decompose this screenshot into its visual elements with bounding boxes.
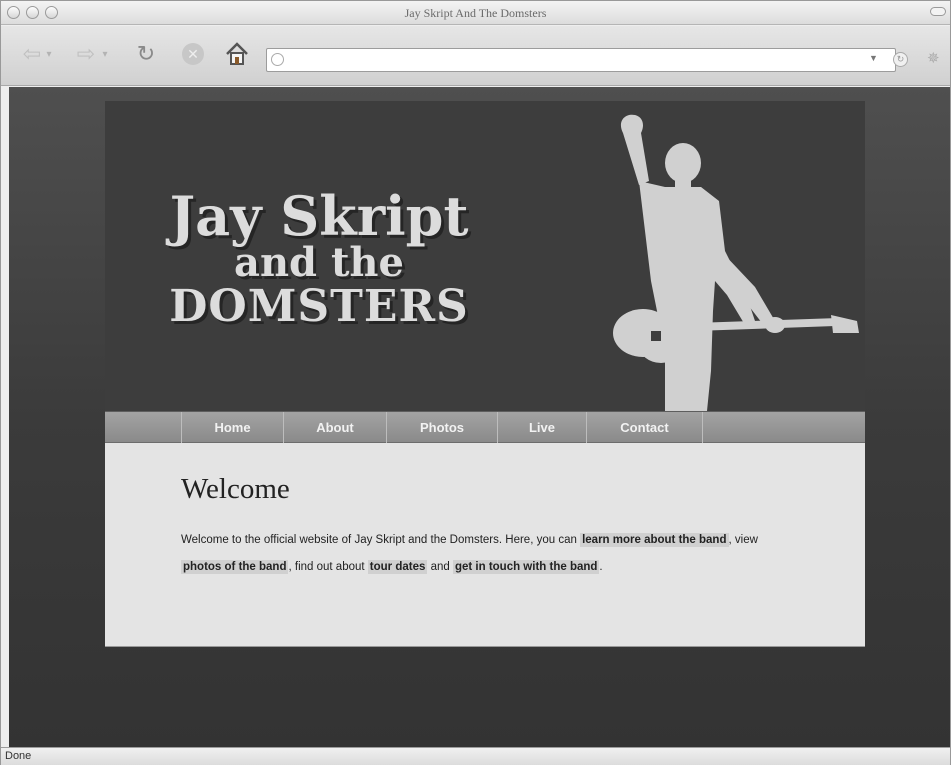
page-viewport: Jay Skript and the DOMSTERS Home About P… bbox=[9, 87, 950, 747]
about-link[interactable]: learn more about the band bbox=[580, 533, 729, 547]
stop-button[interactable]: ✕ bbox=[178, 36, 208, 72]
back-arrow-icon: ⇦ bbox=[22, 41, 42, 66]
tour-dates-link[interactable]: tour dates bbox=[367, 560, 428, 574]
go-button[interactable]: ↻ bbox=[893, 52, 908, 67]
photos-link[interactable]: photos of the band bbox=[181, 560, 289, 574]
site-header: Jay Skript and the DOMSTERS bbox=[105, 101, 865, 411]
welcome-paragraph: Welcome to the official website of Jay S… bbox=[181, 527, 791, 581]
status-bar: Done bbox=[1, 747, 950, 765]
toolbar-toggle-button[interactable] bbox=[930, 7, 946, 16]
address-history-dropdown[interactable]: ▼ bbox=[869, 53, 878, 63]
home-icon bbox=[226, 42, 248, 65]
back-history-dropdown[interactable]: ▾ bbox=[42, 36, 56, 72]
welcome-text-3: , find out about bbox=[288, 561, 368, 573]
logo-line-3: DOMSTERS bbox=[169, 281, 469, 332]
browser-window: Jay Skript And The Domsters ⇦ ▾ ⇨ ▾ ↻ ✕ … bbox=[0, 0, 951, 765]
nav-contact[interactable]: Contact bbox=[587, 412, 703, 443]
reload-button[interactable]: ↻ bbox=[131, 36, 161, 72]
chevron-down-icon: ▾ bbox=[46, 48, 52, 60]
contact-link[interactable]: get in touch with the band bbox=[452, 560, 600, 574]
welcome-text-4: and bbox=[427, 561, 453, 573]
go-icon: ↻ bbox=[896, 54, 905, 64]
loading-spinner-icon: ✵ bbox=[927, 50, 940, 67]
forward-arrow-icon: ⇨ bbox=[76, 41, 96, 66]
nav-home[interactable]: Home bbox=[182, 412, 284, 443]
welcome-text-2: , view bbox=[728, 534, 758, 546]
forward-button[interactable]: ⇨ bbox=[71, 36, 101, 72]
title-bar: Jay Skript And The Domsters bbox=[1, 1, 950, 25]
page-title: Welcome bbox=[181, 473, 290, 505]
nav-live[interactable]: Live bbox=[498, 412, 587, 443]
band-website: Jay Skript and the DOMSTERS Home About P… bbox=[105, 101, 865, 647]
welcome-text-1: Welcome to the official website of Jay S… bbox=[181, 534, 581, 546]
band-logo[interactable]: Jay Skript and the DOMSTERS bbox=[149, 189, 489, 329]
stop-icon: ✕ bbox=[182, 43, 204, 65]
welcome-text-5: . bbox=[599, 561, 603, 573]
forward-history-dropdown[interactable]: ▾ bbox=[98, 36, 112, 72]
address-bar[interactable] bbox=[266, 48, 896, 72]
status-text: Done bbox=[5, 750, 32, 762]
logo-line-1: Jay Skript bbox=[169, 184, 469, 248]
main-navigation: Home About Photos Live Contact bbox=[105, 411, 865, 443]
window-title: Jay Skript And The Domsters bbox=[404, 6, 547, 20]
nav-about[interactable]: About bbox=[284, 412, 387, 443]
guitarist-silhouette bbox=[613, 114, 859, 411]
main-content: Welcome Welcome to the official website … bbox=[105, 443, 865, 647]
page-favicon-icon bbox=[271, 53, 284, 66]
logo-line-2: and the bbox=[234, 239, 404, 286]
chevron-down-icon: ▾ bbox=[102, 48, 108, 60]
nav-photos[interactable]: Photos bbox=[387, 412, 498, 443]
reload-icon: ↻ bbox=[136, 41, 156, 66]
home-button[interactable] bbox=[221, 36, 253, 72]
